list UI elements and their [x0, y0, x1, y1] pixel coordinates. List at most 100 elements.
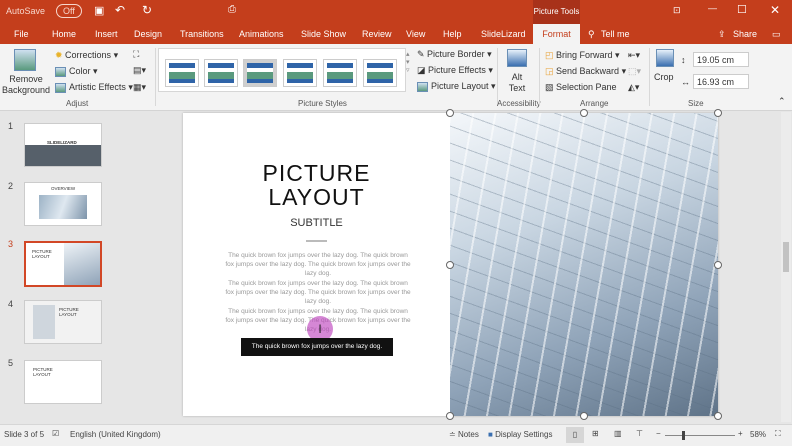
compress-pictures-icon[interactable]: ⛶: [133, 49, 139, 60]
maximize-button[interactable]: ☐: [737, 3, 747, 16]
fit-to-window-icon[interactable]: ⛶: [775, 429, 781, 439]
remove-background-icon: [14, 49, 36, 71]
autosave-toggle[interactable]: Off: [56, 4, 82, 18]
gallery-scroll-button[interactable]: ▴▾▿: [406, 50, 410, 74]
autosave-label: AutoSave: [6, 6, 45, 16]
share-button[interactable]: Share: [733, 29, 757, 39]
notes-button[interactable]: ≐ Notes: [449, 430, 479, 439]
resize-handle[interactable]: [446, 109, 454, 117]
zoom-slider[interactable]: [665, 435, 735, 436]
zoom-slider-thumb[interactable]: [682, 431, 685, 440]
resize-handle[interactable]: [446, 412, 454, 420]
tab-insert[interactable]: Insert: [95, 29, 118, 39]
vertical-scrollbar[interactable]: [781, 112, 791, 422]
picture-layout-icon: [417, 82, 428, 92]
caption-banner[interactable]: The quick brown fox jumps over the lazy …: [241, 338, 393, 356]
tab-view[interactable]: View: [406, 29, 425, 39]
save-icon[interactable]: ▣: [94, 4, 104, 17]
normal-view-icon[interactable]: ▯: [566, 427, 584, 443]
selection-pane-button[interactable]: ▧ Selection Pane: [545, 82, 617, 93]
undo-icon[interactable]: ↶: [115, 3, 125, 17]
resize-handle[interactable]: [580, 109, 588, 117]
comments-icon[interactable]: ▭: [772, 29, 781, 40]
language-indicator[interactable]: English (United Kingdom): [70, 430, 161, 439]
height-input[interactable]: 19.05 cm: [693, 52, 749, 67]
zoom-out-button[interactable]: −: [656, 429, 661, 438]
align-icon[interactable]: ⇤▾: [628, 50, 640, 61]
rotate-icon[interactable]: ◭▾: [628, 82, 639, 93]
slide-subtitle[interactable]: SUBTITLE: [183, 217, 450, 229]
picture-style-1[interactable]: [165, 59, 199, 87]
reading-view-icon[interactable]: ▥: [614, 429, 622, 438]
resize-handle[interactable]: [714, 261, 722, 269]
picture-style-3[interactable]: [243, 59, 277, 87]
tab-home[interactable]: Home: [52, 29, 76, 39]
tab-review[interactable]: Review: [362, 29, 392, 39]
resize-handle[interactable]: [446, 261, 454, 269]
tab-animations[interactable]: Animations: [239, 29, 284, 39]
color-button[interactable]: Color ▾: [55, 66, 98, 77]
tab-file[interactable]: File: [14, 29, 29, 39]
tab-transitions[interactable]: Transitions: [180, 29, 224, 39]
thumbnail-number: 5: [8, 358, 13, 368]
remove-background-button[interactable]: Remove Background: [2, 74, 50, 96]
zoom-in-button[interactable]: +: [738, 429, 743, 438]
bring-forward-button[interactable]: ◰ Bring Forward ▾: [545, 50, 620, 61]
picture-style-5[interactable]: [323, 59, 357, 87]
change-picture-icon[interactable]: ▤▾: [133, 65, 146, 76]
minimize-button[interactable]: —: [708, 3, 717, 13]
reset-picture-icon[interactable]: ▦▾: [133, 82, 146, 93]
group-icon[interactable]: ⬚▾: [628, 66, 641, 77]
color-icon: [55, 67, 66, 77]
slide-thumbnail-1[interactable]: SLIDELIZARD: [24, 123, 102, 167]
tab-slidelizard[interactable]: SlideLizard: [481, 29, 526, 39]
thumbnail-title: PICTURE LAYOUT: [33, 367, 63, 377]
picture-layout-button[interactable]: Picture Layout ▾: [417, 81, 496, 92]
ribbon-tabs: File Home Insert Design Transitions Anim…: [0, 24, 792, 44]
thumbnail-number: 1: [8, 121, 13, 131]
crop-button[interactable]: Crop: [654, 72, 674, 82]
slide-thumbnail-3-selected[interactable]: PICTURE LAYOUT: [24, 241, 102, 287]
picture-style-6[interactable]: [363, 59, 397, 87]
close-button[interactable]: ✕: [770, 3, 780, 17]
picture-effects-button[interactable]: ◪ Picture Effects ▾: [417, 65, 493, 76]
slide-thumbnail-4[interactable]: PICTURE LAYOUT: [24, 300, 102, 344]
picture-style-2[interactable]: [204, 59, 238, 87]
picture-styles-group-label: Picture Styles: [298, 99, 347, 108]
picture-layout-label: Picture Layout: [431, 81, 489, 91]
slide-thumbnail-5[interactable]: PICTURE LAYOUT: [24, 360, 102, 404]
thumbnail-title: PICTURE LAYOUT: [32, 249, 60, 259]
corrections-button[interactable]: ✹ Corrections ▾: [55, 50, 118, 61]
slide-sorter-icon[interactable]: ⊞: [592, 429, 599, 438]
resize-handle[interactable]: [714, 109, 722, 117]
artistic-effects-button[interactable]: Artistic Effects ▾: [55, 82, 133, 93]
selected-picture-building[interactable]: [450, 113, 718, 416]
tab-format[interactable]: Format: [533, 24, 580, 44]
print-icon[interactable]: ⎙: [228, 4, 236, 15]
ribbon-display-icon[interactable]: ⊡: [673, 5, 681, 16]
picture-border-button[interactable]: ✎ Picture Border ▾: [417, 49, 492, 60]
slideshow-icon[interactable]: ⊤: [636, 429, 643, 438]
tell-me-input[interactable]: Tell me: [601, 29, 630, 39]
width-input[interactable]: 16.93 cm: [693, 74, 749, 89]
body-paragraph-1[interactable]: The quick brown fox jumps over the lazy …: [225, 251, 411, 278]
resize-handle[interactable]: [580, 412, 588, 420]
body-paragraph-2[interactable]: The quick brown fox jumps over the lazy …: [225, 279, 411, 306]
divider: [306, 240, 327, 242]
slide-title[interactable]: PICTURELAYOUT: [183, 161, 450, 209]
slide-thumbnail-2[interactable]: OVERVIEW: [24, 182, 102, 226]
alt-text-button[interactable]: Alt Text: [507, 72, 527, 94]
collapse-ribbon-icon[interactable]: ⌃: [778, 96, 786, 107]
resize-handle[interactable]: [714, 412, 722, 420]
picture-style-4[interactable]: [283, 59, 317, 87]
share-icon: ⇪: [718, 29, 726, 40]
tab-help[interactable]: Help: [443, 29, 462, 39]
zoom-level[interactable]: 58%: [750, 430, 766, 439]
send-backward-button[interactable]: ◲ Send Backward ▾: [545, 66, 626, 77]
tab-slide-show[interactable]: Slide Show: [301, 29, 346, 39]
redo-icon[interactable]: ↻: [142, 3, 152, 17]
spell-check-icon[interactable]: ☑: [52, 429, 59, 438]
notes-label: Notes: [458, 430, 479, 439]
tab-design[interactable]: Design: [134, 29, 162, 39]
display-settings-button[interactable]: ■ Display Settings: [488, 430, 552, 439]
